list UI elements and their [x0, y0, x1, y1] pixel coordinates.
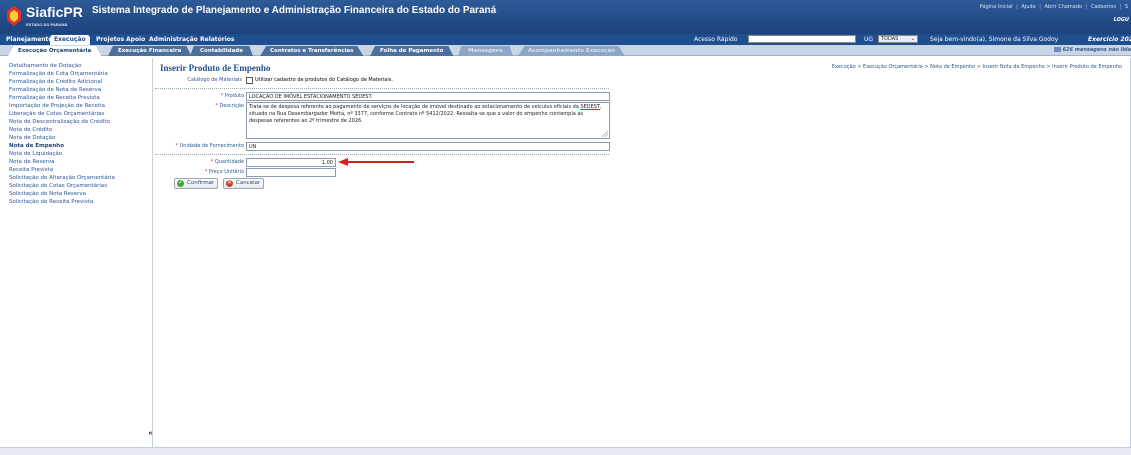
menu-relatorios[interactable]: Relatórios [196, 35, 239, 45]
sidebar-item-solicitacao-nota-reserva[interactable]: Solicitação de Nota Reserva [9, 191, 86, 198]
cancel-icon [226, 178, 233, 187]
ug-select[interactable]: TODAS ⌄ [878, 35, 918, 43]
chevron-down-icon: ⌄ [910, 36, 915, 42]
link-separator: | [1016, 4, 1018, 10]
sidebar-item-nota-liquidacao[interactable]: Nota de Liquidação [9, 151, 62, 158]
menu-planejamento[interactable]: Planejamento [2, 35, 57, 45]
divider [155, 88, 609, 89]
preco-unitario-field[interactable] [246, 168, 336, 177]
preco-unitario-label-text: Preço Unitário [208, 169, 244, 175]
header: SiaficPR ESTADO DO PARANÁ Sistema Integr… [0, 0, 1131, 34]
quantidade-field[interactable]: 1,00 [246, 158, 336, 167]
exercicio-label[interactable]: Exercício 202 [1088, 35, 1131, 44]
page-title: Inserir Produto de Empenho [160, 63, 271, 73]
sidebar-item-formalizacao-credito[interactable]: Formalização de Crédito Adicional [9, 79, 102, 86]
check-icon [177, 178, 184, 187]
bottom-scrollbar[interactable] [0, 447, 1131, 455]
annotation-arrow-icon [338, 158, 414, 166]
unread-messages-link[interactable]: 626 mensagens não lida [1053, 46, 1131, 55]
confirmar-button[interactable]: Confirmar [174, 178, 219, 189]
preco-unitario-label: * Preço Unitário [170, 169, 244, 176]
sidebar-item-solicitacao-receita[interactable]: Solicitação de Receita Prevista [9, 199, 93, 206]
unread-messages-text: 626 mensagens não lida [1062, 47, 1131, 53]
link-pagina-inicial[interactable]: Página Inicial [980, 4, 1013, 10]
acesso-rapido-input[interactable] [748, 35, 856, 43]
produto-field[interactable]: LOCAÇÃO DE IMÓVEL ESTACIONAMENTO SEDEST. [246, 92, 610, 101]
menu-administracao[interactable]: Administração [145, 35, 202, 45]
resize-grip-icon[interactable] [602, 131, 608, 137]
tab-acompanhamento-execucao[interactable]: Acompanhamento Execução [518, 46, 625, 56]
link-ajuda[interactable]: Ajuda [1021, 4, 1035, 10]
descricao-text-sedest: SEDEST [580, 104, 601, 110]
link-cadastros[interactable]: Cadastros [1091, 4, 1116, 10]
menu-execucao[interactable]: Execução [50, 35, 90, 45]
main-menu: Planejamento Execução Projetos Apoio Adm… [0, 34, 1131, 45]
link-abrir-chamado[interactable]: Abrir Chamado [1045, 4, 1083, 10]
sidebar-item-receita-prevista[interactable]: Receita Prevista [9, 167, 53, 174]
unidade-field[interactable]: UN [246, 142, 610, 151]
descricao-text-1: Trata-se de despesa referente ao pagamen… [249, 104, 581, 110]
unidade-label-text: Unidade de Fornecimento [179, 143, 244, 149]
produto-label: * Produto [170, 93, 244, 100]
sidebar-item-importacao-projecao[interactable]: Importação de Projeção de Receita [9, 103, 105, 110]
tab-contratos-transferencias[interactable]: Contratos e Transferências [260, 46, 364, 56]
sidebar: Detalhamento de Dotação Formalização de … [0, 57, 150, 447]
link-separator: | [1085, 4, 1088, 10]
link-separator: | [1119, 4, 1122, 10]
sidebar-item-solicitacao-cotas[interactable]: Solicitação de Cotas Orçamentárias [9, 183, 107, 190]
acesso-rapido-label: Acesso Rápido [694, 36, 738, 43]
cancelar-button[interactable]: Cancelar [223, 178, 265, 189]
tab-folha-pagamento[interactable]: Folha de Pagamento [370, 46, 454, 56]
unidade-label: * Unidade de Fornecimento [160, 143, 244, 150]
brand-logo-right: LOGU [1113, 17, 1129, 23]
quantidade-label-text: Quantidade [214, 159, 244, 165]
sub-tabs: Execução Orçamentária Execução Financeir… [0, 45, 1131, 56]
descricao-label: * Descrição [170, 103, 244, 110]
ug-label: UG [864, 36, 874, 43]
sidebar-item-nota-dotacao[interactable]: Nota de Dotação [9, 135, 55, 142]
top-links: Página Inicial | Ajuda | Abrir Chamado |… [979, 4, 1129, 10]
catalogo-label: Catálogo de Materiais [187, 77, 242, 83]
divider [155, 154, 609, 155]
cancelar-label: Cancelar [236, 180, 261, 186]
sidebar-item-nota-reserva[interactable]: Nota de Reserva [9, 159, 54, 166]
catalogo-checkbox-label: Utilizar cadastro de produtos do Catálog… [255, 77, 393, 83]
sidebar-item-liberacao-cotas[interactable]: Liberação de Cotas Orçamentárias [9, 111, 104, 118]
tab-contabilidade[interactable]: Contabilidade [190, 46, 253, 56]
envelope-icon [1053, 47, 1061, 52]
catalogo-checkbox[interactable] [246, 77, 253, 84]
tab-execucao-orcamentaria[interactable]: Execução Orçamentária [8, 46, 102, 56]
system-title: Sistema Integrado de Planejamento e Admi… [92, 5, 497, 16]
tab-mensagens[interactable]: Mensagens [458, 46, 513, 56]
welcome-text: Seja bem-vindo(a), Simone da Silva Godoy [930, 36, 1059, 43]
link-separator: | [1039, 4, 1041, 10]
sidebar-item-nota-descentralizacao[interactable]: Nota de Descentralização de Crédito [9, 119, 110, 126]
confirmar-label: Confirmar [187, 180, 215, 186]
breadcrumb[interactable]: Execução > Execução Orçamentária > Nota … [832, 64, 1122, 70]
tab-execucao-financeira[interactable]: Execução Financeira [108, 46, 192, 56]
ug-select-value: TODAS [881, 36, 899, 42]
descricao-textarea[interactable]: Trata-se de despesa referente ao pagamen… [246, 102, 610, 139]
sidebar-item-detalhamento-dotacao[interactable]: Detalhamento de Dotação [9, 63, 82, 70]
page: SiaficPR ESTADO DO PARANÁ Sistema Integr… [0, 0, 1131, 455]
link-truncated[interactable]: S [1125, 4, 1128, 10]
app-name: SiaficPR [26, 4, 83, 20]
app-subtitle: ESTADO DO PARANÁ [26, 22, 68, 27]
sidebar-item-formalizacao-cota[interactable]: Formalização de Cota Orçamentária [9, 71, 108, 78]
quantidade-label: * Quantidade [170, 159, 244, 166]
sidebar-item-solicitacao-alteracao[interactable]: Solicitação de Alteração Orçamentária [9, 175, 115, 182]
produto-label-text: Produto [224, 93, 244, 99]
sidebar-item-formalizacao-receita[interactable]: Formalização de Receita Prevista [9, 95, 100, 102]
parana-logo-icon [7, 6, 21, 26]
sidebar-item-formalizacao-nota-reserva[interactable]: Formalização de Nota de Reserva [9, 87, 101, 94]
sidebar-item-nota-credito[interactable]: Nota de Crédito [9, 127, 52, 134]
descricao-label-text: Descrição [219, 103, 244, 109]
sidebar-item-nota-empenho[interactable]: Nota de Empenho [9, 143, 64, 150]
